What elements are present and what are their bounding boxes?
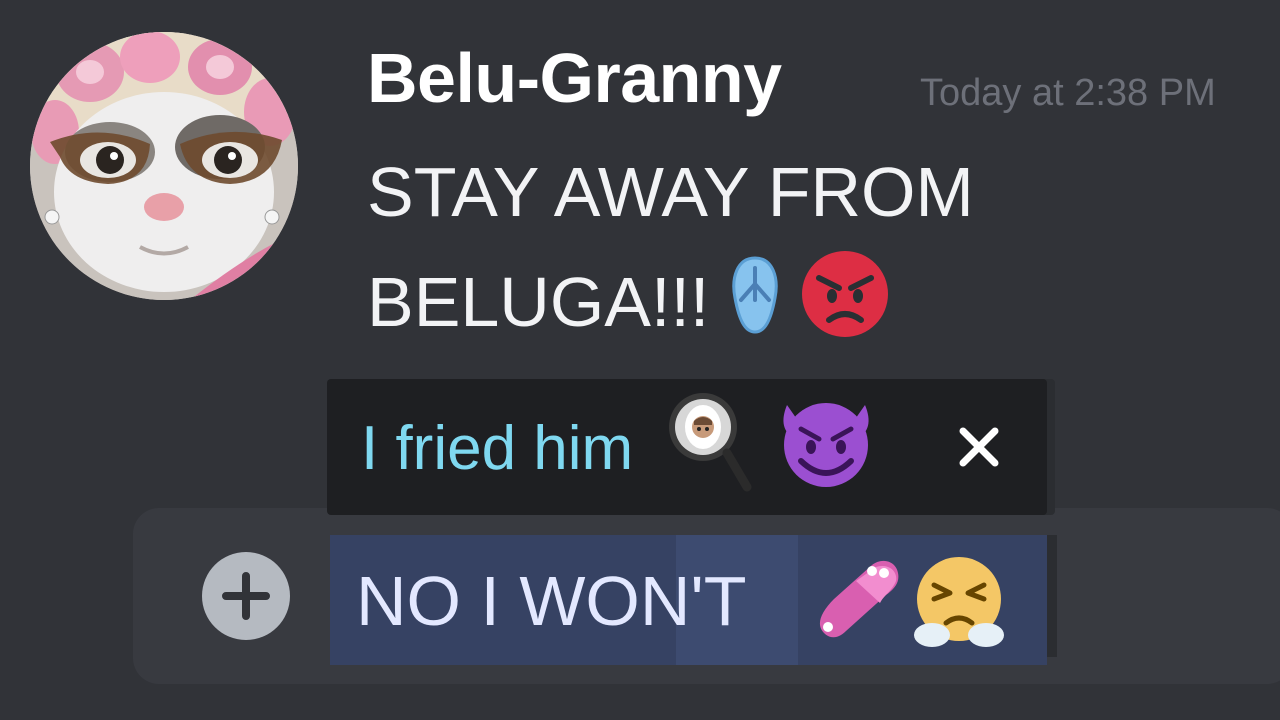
add-attachment-button[interactable] (202, 552, 290, 640)
user-avatar[interactable] (30, 32, 298, 300)
smiling-devil-emoji-icon (771, 385, 881, 500)
message-input-text: NO I WON'T (356, 562, 747, 640)
close-icon[interactable] (955, 423, 1003, 471)
chat-view: Belu-Granny Today at 2:38 PM STAY AWAY F… (0, 0, 1280, 720)
frying-pan-emoji-icon (663, 387, 753, 502)
reply-preview-bar: I fried him (327, 379, 1047, 515)
message-author[interactable]: Belu-Granny (367, 36, 782, 120)
input-edge-shadow (1047, 535, 1057, 657)
message-input[interactable]: NO I WON'T (330, 535, 1047, 665)
angry-face-emoji-icon (801, 250, 889, 354)
flip-flop-emoji-icon (725, 254, 785, 350)
message-text-line-2: BELUGA!!! (367, 263, 710, 341)
cat-granny-avatar-image (30, 32, 298, 300)
reply-text: I fried him (361, 414, 634, 483)
slipper-emoji-icon (810, 555, 904, 650)
message-timestamp: Today at 2:38 PM (920, 72, 1216, 114)
face-with-steam-emoji-icon (912, 555, 1006, 654)
plus-icon (222, 572, 270, 620)
message-text-line-2-row: BELUGA!!! (367, 250, 889, 354)
message-text-line-1: STAY AWAY FROM (367, 153, 974, 231)
